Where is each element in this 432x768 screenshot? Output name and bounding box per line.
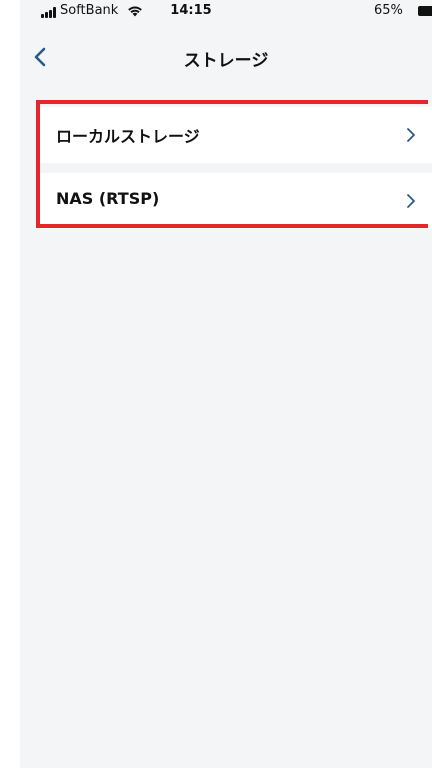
battery-percentage: 65% xyxy=(374,3,403,18)
storage-option-local[interactable]: ローカルストレージ xyxy=(40,107,432,163)
status-time: 14:15 xyxy=(170,3,212,18)
chevron-right-icon xyxy=(407,194,415,208)
screen: SoftBank 14:15 65% ストレージ ローカルストレージ NAS (… xyxy=(0,0,432,768)
battery-icon xyxy=(418,6,432,16)
storage-options-list: ローカルストレージ NAS (RTSP) xyxy=(40,107,432,229)
storage-option-label: ローカルストレージ xyxy=(56,127,200,146)
chevron-right-icon xyxy=(407,128,415,142)
storage-option-nas[interactable]: NAS (RTSP) xyxy=(40,173,432,229)
status-bar: SoftBank 14:15 65% xyxy=(20,0,432,22)
storage-option-label: NAS (RTSP) xyxy=(56,189,160,208)
navigation-bar: ストレージ xyxy=(20,34,432,80)
page-title: ストレージ xyxy=(183,51,269,71)
